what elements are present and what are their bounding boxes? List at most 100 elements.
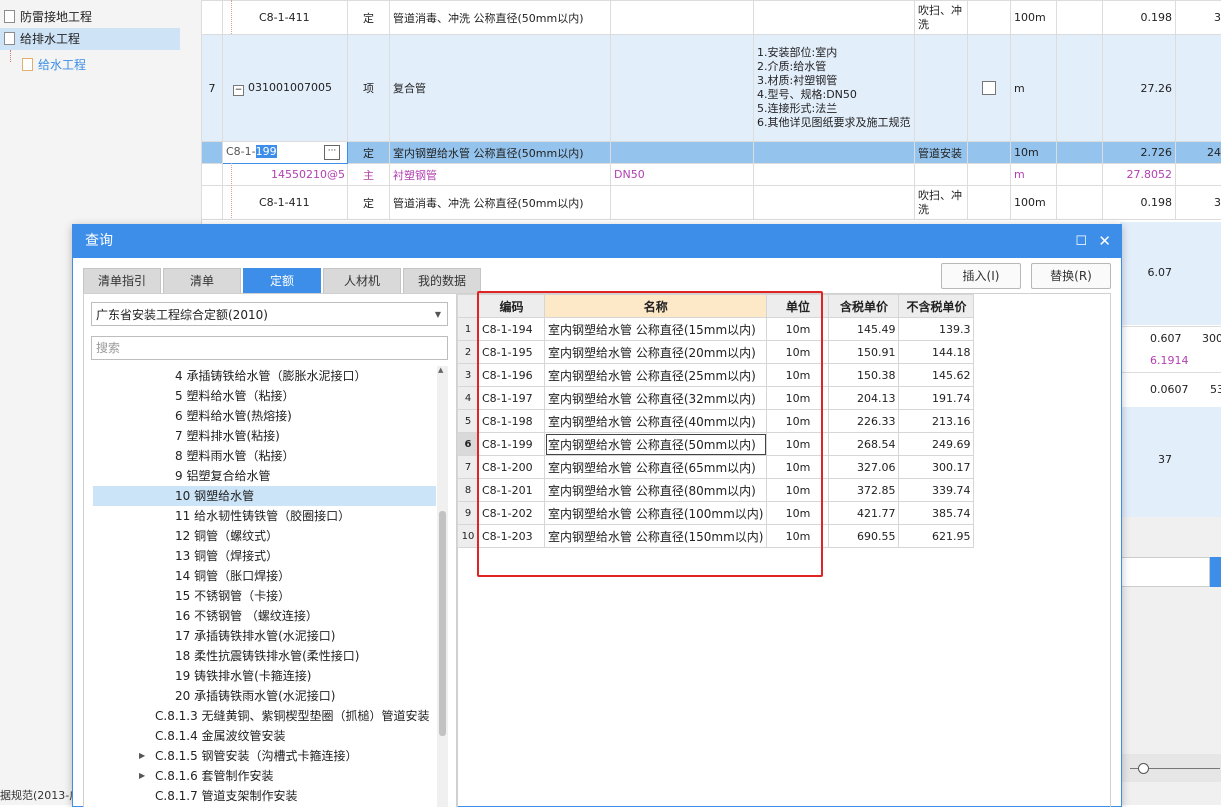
tree-node-lightning-grounding[interactable]: 防雷接地工程: [4, 6, 92, 28]
dialog-titlebar[interactable]: 查询 ☐ ✕: [73, 225, 1121, 258]
row-type: 定: [348, 1, 390, 35]
quota-row[interactable]: 3C8-1-196室内钢塑给水管 公称直径(25mm以内)10m150.3814…: [458, 364, 974, 387]
tree-item[interactable]: 12 铜管（螺纹式）: [175, 526, 278, 546]
quota-row[interactable]: 9C8-1-202室内钢塑给水管 公称直径(100mm以内)10m421.773…: [458, 502, 974, 525]
tree-scrollbar[interactable]: ▲: [437, 366, 448, 807]
tree-item[interactable]: 18 柔性抗震铸铁排水管(柔性接口): [175, 646, 359, 666]
input-fragment[interactable]: [1120, 557, 1210, 587]
row-number: 10: [458, 525, 479, 548]
tab-materials[interactable]: 人材机: [323, 268, 401, 295]
row-work: 管道安装: [915, 142, 968, 164]
quota-unit: 10m: [767, 341, 829, 364]
search-input[interactable]: 搜索: [91, 336, 448, 360]
quota-tax-price: 372.85: [829, 479, 899, 502]
tree-item[interactable]: ▶C.8.1.6 套管制作安装: [155, 766, 274, 786]
tree-item[interactable]: 5 塑料给水管（粘接）: [175, 386, 294, 406]
unit-column-header[interactable]: 单位: [767, 295, 829, 318]
tree-item[interactable]: 9 铝塑复合给水管: [175, 466, 270, 486]
quota-library-select[interactable]: 广东省安装工程综合定额(2010) ▼: [91, 302, 448, 326]
quota-row[interactable]: 4C8-1-197室内钢塑给水管 公称直径(32mm以内)10m204.1319…: [458, 387, 974, 410]
tree-item[interactable]: 13 铜管（焊接式）: [175, 546, 278, 566]
expand-icon[interactable]: ▶: [139, 766, 145, 786]
tree-item[interactable]: 6 塑料给水管(热熔接): [175, 406, 292, 426]
quota-tax-price: 150.38: [829, 364, 899, 387]
tree-node-water-supply[interactable]: 给水工程: [22, 54, 86, 76]
collapse-icon[interactable]: −: [233, 85, 244, 96]
quota-row[interactable]: 7C8-1-200室内钢塑给水管 公称直径(65mm以内)10m327.0630…: [458, 456, 974, 479]
tree-node-water-drainage[interactable]: 给排水工程: [0, 28, 180, 50]
zoom-slider-handle[interactable]: [1138, 763, 1149, 774]
row-extra: 249: [1176, 142, 1221, 164]
bottom-panel-fragment: [1120, 517, 1221, 805]
quota-name: 室内钢塑给水管 公称直径(20mm以内): [545, 341, 767, 364]
code-column-header[interactable]: 编码: [479, 295, 545, 318]
row-code-selected[interactable]: 199: [256, 145, 277, 158]
bill-row-selected[interactable]: C8-1-199··· 定 室内钢塑给水管 公称直径(50mm以内) 管道安装 …: [202, 142, 1221, 164]
tab-bill-guide[interactable]: 清单指引: [83, 268, 161, 295]
tab-my-data[interactable]: 我的数据: [403, 268, 481, 295]
maximize-icon[interactable]: ☐: [1075, 225, 1087, 258]
insert-button[interactable]: 插入(I): [941, 263, 1021, 289]
quota-row[interactable]: 8C8-1-201室内钢塑给水管 公称直径(80mm以内)10m372.8533…: [458, 479, 974, 502]
tree-item[interactable]: 7 塑料排水管(粘接): [175, 426, 280, 446]
quota-row[interactable]: 5C8-1-198室内钢塑给水管 公称直径(40mm以内)10m226.3321…: [458, 410, 974, 433]
quota-unit: 10m: [767, 502, 829, 525]
replace-button[interactable]: 替换(R): [1031, 263, 1111, 289]
quota-row[interactable]: 10C8-1-203室内钢塑给水管 公称直径(150mm以内)10m690.55…: [458, 525, 974, 548]
quota-code: C8-1-201: [479, 479, 545, 502]
query-dialog: 查询 ☐ ✕ 清单指引 清单 定额 人材机 我的数据 插入(I) 替换(R) 广…: [72, 224, 1122, 807]
quota-name: 室内钢塑给水管 公称直径(80mm以内): [545, 479, 767, 502]
bill-row-material[interactable]: 14550210@5 主 衬塑钢管 DN50 m 27.8052: [202, 164, 1221, 186]
expand-icon[interactable]: ▶: [139, 746, 145, 766]
quota-row[interactable]: 6C8-1-199室内钢塑给水管 公称直径(50mm以内)10m268.5424…: [458, 433, 974, 456]
bill-row[interactable]: C8-1-411 定 管道消毒、冲洗 公称直径(50mm以内) 吹扫、冲洗 10…: [202, 186, 1221, 220]
zoom-bar: [1120, 754, 1221, 782]
tree-item[interactable]: 8 塑料雨水管（粘接）: [175, 446, 294, 466]
quota-unit: 10m: [767, 387, 829, 410]
row-number: 6: [458, 433, 479, 456]
row-number: 3: [458, 364, 479, 387]
tree-item[interactable]: 16 不锈钢管 （螺纹连接）: [175, 606, 318, 626]
quota-code: C8-1-197: [479, 387, 545, 410]
quota-row[interactable]: 2C8-1-195室内钢塑给水管 公称直径(20mm以内)10m150.9114…: [458, 341, 974, 364]
tree-item[interactable]: 19 铸铁排水管(卡箍连接): [175, 666, 311, 686]
tree-item[interactable]: 14 铜管（胀口焊接）: [175, 566, 290, 586]
bg-row-fragment: 6.1914: [1120, 350, 1221, 372]
row-spec: DN50: [611, 164, 754, 186]
tree-item-label: C.8.1.5 钢管安装（沟槽式卡箍连接）: [155, 749, 358, 763]
bg-value: 6.1914: [1150, 354, 1189, 367]
row-work: 吹扫、冲洗: [915, 186, 968, 220]
tree-item[interactable]: 11 给水韧性铸铁管（胶圈接口）: [175, 506, 350, 526]
tab-quota[interactable]: 定额: [243, 268, 321, 295]
quota-notax-price: 213.16: [899, 410, 974, 433]
tree-item[interactable]: C.8.1.7 管道支架制作安装: [155, 786, 298, 806]
tree-item-selected[interactable]: 10 钢塑给水管: [93, 486, 436, 506]
tree-item[interactable]: 20 承插铸铁雨水管(水泥接口): [175, 686, 335, 706]
row-code: 031001007005: [248, 81, 332, 94]
tree-item[interactable]: ▶C.8.1.5 钢管安装（沟槽式卡箍连接）: [155, 746, 358, 766]
row-unit: m: [1011, 35, 1057, 142]
bill-row-item[interactable]: 7 −031001007005 项 复合管 1.安装部位:室内 2.介质:给水管…: [202, 35, 1221, 142]
close-icon[interactable]: ✕: [1098, 225, 1111, 258]
tab-bill[interactable]: 清单: [163, 268, 241, 295]
tree-item[interactable]: C.8.1.3 无缝黄铜、紫铜楔型垫圈（抓槌）管道安装: [155, 706, 430, 726]
tree-item[interactable]: 4 承插铸铁给水管（膨胀水泥接口）: [175, 366, 366, 386]
scrollbar-thumb[interactable]: [439, 511, 446, 736]
notax-price-column-header[interactable]: 不含税单价: [899, 295, 974, 318]
row-unit: 100m: [1011, 186, 1057, 220]
scroll-up-icon[interactable]: ▲: [438, 366, 443, 374]
row-name: 衬塑钢管: [390, 164, 611, 186]
bill-row[interactable]: C8-1-411 定 管道消毒、冲洗 公称直径(50mm以内) 吹扫、冲洗 10…: [202, 1, 1221, 35]
quota-notax-price: 144.18: [899, 341, 974, 364]
button-fragment[interactable]: [1210, 557, 1221, 587]
tax-price-column-header[interactable]: 含税单价: [829, 295, 899, 318]
row-checkbox[interactable]: [982, 81, 996, 95]
tree-item[interactable]: C.8.1.4 金属波纹管安装: [155, 726, 286, 746]
bg-row-fragment: 0.607 300: [1120, 326, 1221, 352]
tree-item[interactable]: 17 承插铸铁排水管(水泥接口): [175, 626, 335, 646]
quota-tax-price: 690.55: [829, 525, 899, 548]
tree-item[interactable]: 15 不锈钢管（卡接）: [175, 586, 290, 606]
ellipsis-button[interactable]: ···: [324, 145, 340, 160]
quota-row[interactable]: 1C8-1-194室内钢塑给水管 公称直径(15mm以内)10m145.4913…: [458, 318, 974, 341]
name-column-header[interactable]: 名称: [545, 295, 767, 318]
